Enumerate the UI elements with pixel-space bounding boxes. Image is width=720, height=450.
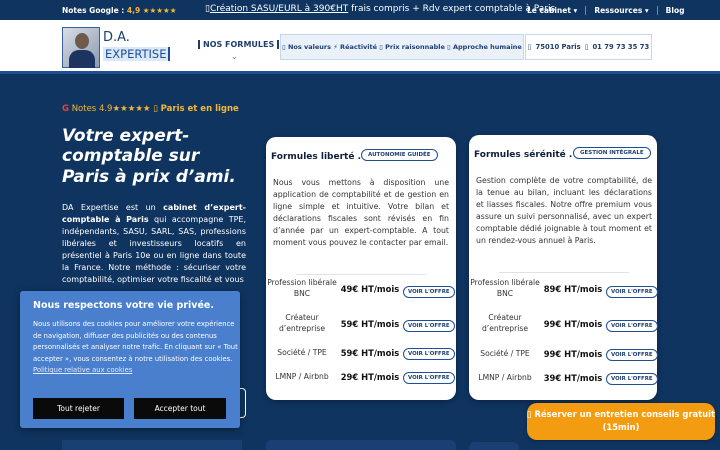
offer-price: 29€ HT/mois bbox=[340, 372, 400, 382]
card-title: Formules sérénité . bbox=[474, 150, 573, 160]
hero-location: Paris et en ligne bbox=[160, 104, 239, 114]
pin-icon: ▯ bbox=[153, 104, 158, 114]
offer-row: Créateur d’entreprise 99€ HT/mois VOIR L… bbox=[469, 313, 658, 337]
offer-label: Profession libérale BNC bbox=[470, 278, 540, 298]
site-logo[interactable]: D.A. EXPERTISE bbox=[62, 27, 171, 68]
card-divider bbox=[296, 274, 426, 275]
google-notes-label: Notes Google : bbox=[62, 6, 125, 15]
hero-rating: G Notes 4.9★★★★★ ▯ Paris et en ligne bbox=[62, 104, 239, 114]
hero-rating-text: Notes 4.9★★★★★ bbox=[71, 104, 151, 114]
heart-icon: ▯ bbox=[282, 43, 286, 51]
card-title: Formules liberté . bbox=[271, 152, 361, 162]
promo-banner: ▯Création SASU/EURL à 390€HT frais compr… bbox=[205, 4, 555, 14]
google-notes: Notes Google : 4,9 ★★★★★ bbox=[62, 6, 176, 15]
logo-photo bbox=[62, 27, 100, 68]
calendar-icon: ▯ bbox=[527, 409, 532, 419]
nav-ressources[interactable]: Ressources ▾ bbox=[586, 6, 658, 15]
voir-offre-button[interactable]: VOIR L'OFFRE bbox=[606, 373, 658, 385]
logo-line-1: D.A. bbox=[103, 30, 130, 45]
nav-le-cabinet[interactable]: Le cabinet ▾ bbox=[527, 6, 587, 15]
promo-link[interactable]: Création SASU/EURL à 390€HT bbox=[210, 4, 348, 14]
cookie-title: Nous respectons votre vie privée. bbox=[33, 300, 214, 311]
formule-serenite-card: Formules sérénité . GESTION INTÉGRALE Ge… bbox=[469, 135, 658, 400]
offer-label: Société / TPE bbox=[277, 348, 327, 357]
contact-bar: ▯ 75010 Paris ▯ 01 79 73 35 73 bbox=[525, 34, 652, 60]
cookie-consent-dialog: Nous respectons votre vie privée. Nous u… bbox=[20, 291, 240, 428]
value-nos-valeurs: ▯ Nos valeurs bbox=[282, 43, 331, 51]
value-approche: ▯ Approche humaine bbox=[447, 43, 522, 51]
accept-all-button[interactable]: Accepter tout bbox=[134, 398, 226, 419]
top-bar: Notes Google : 4,9 ★★★★★ ▯Création SASU/… bbox=[0, 0, 720, 20]
next-section-hint bbox=[469, 442, 519, 450]
euro-icon: ▯ bbox=[379, 43, 383, 51]
formule-liberte-card: Formules liberté . AUTONOMIE GUIDÉE Nous… bbox=[266, 137, 456, 400]
values-bar: ▯ Nos valeurs ⚡ Réactivité ▯ Prix raison… bbox=[280, 34, 524, 60]
offer-price: 99€ HT/mois bbox=[543, 349, 603, 359]
voir-offre-button[interactable]: VOIR L'OFFRE bbox=[606, 286, 658, 298]
offer-price: 59€ HT/mois bbox=[340, 348, 400, 358]
hero-title: Votre expert-comptable sur Paris à prix … bbox=[62, 126, 236, 187]
phone-icon: ▯ bbox=[584, 43, 589, 51]
voir-offre-button[interactable]: VOIR L'OFFRE bbox=[403, 320, 455, 332]
offer-row: LMNP / Airbnb 39€ HT/mois VOIR L'OFFRE bbox=[469, 373, 658, 397]
offer-price: 39€ HT/mois bbox=[543, 373, 603, 383]
cookie-policy-link[interactable]: Politique relative aux cookies bbox=[33, 366, 132, 374]
offer-row: Profession libérale BNC 89€ HT/mois VOIR… bbox=[469, 278, 658, 302]
cookie-text: Nous utilisons des cookies pour améliore… bbox=[33, 320, 238, 375]
offer-row: Profession libérale BNC 49€ HT/mois VOIR… bbox=[266, 278, 456, 302]
google-icon: G bbox=[62, 104, 69, 114]
nos-formules-menu[interactable]: NOS FORMULES bbox=[198, 40, 280, 49]
promo-text: frais compris + Rdv expert comptable à P… bbox=[348, 4, 556, 14]
offer-price: 99€ HT/mois bbox=[543, 319, 603, 329]
card-divider bbox=[499, 272, 629, 273]
offer-label: LMNP / Airbnb bbox=[478, 373, 532, 382]
handshake-icon: ▯ bbox=[447, 43, 451, 51]
book-consultation-button[interactable]: ▯ Réserver un entretien conseils gratuit… bbox=[527, 403, 715, 440]
next-section-hint bbox=[266, 440, 456, 450]
value-prix: ▯ Prix raisonnable bbox=[379, 43, 445, 51]
phone-number[interactable]: 01 79 73 35 73 bbox=[592, 43, 649, 51]
offer-price: 59€ HT/mois bbox=[340, 319, 400, 329]
value-reactivite: ⚡ Réactivité bbox=[333, 43, 378, 51]
offer-label: LMNP / Airbnb bbox=[275, 372, 329, 381]
site-header: D.A. EXPERTISE NOS FORMULES ⌄ ▯ Nos vale… bbox=[0, 20, 720, 74]
voir-offre-button[interactable]: VOIR L'OFFRE bbox=[403, 348, 455, 360]
nav-blog[interactable]: Blog bbox=[658, 6, 693, 15]
offer-row: Créateur d’entreprise 59€ HT/mois VOIR L… bbox=[266, 313, 456, 337]
card-description: Gestion complète de votre comptabilité, … bbox=[476, 176, 652, 246]
cta-label: Réserver un entretien conseils gratuit (… bbox=[534, 409, 715, 432]
offer-label: Créateur d’entreprise bbox=[278, 313, 325, 333]
card-description: Nous vous mettons à disposition une appl… bbox=[273, 178, 449, 248]
card-badge: GESTION INTÉGRALE bbox=[573, 147, 651, 159]
offer-row: LMNP / Airbnb 29€ HT/mois VOIR L'OFFRE bbox=[266, 372, 456, 396]
card-badge: AUTONOMIE GUIDÉE bbox=[361, 149, 438, 161]
location-icon: ▯ bbox=[527, 43, 532, 51]
voir-offre-button[interactable]: VOIR L'OFFRE bbox=[606, 349, 658, 361]
offer-label: Profession libérale BNC bbox=[267, 278, 337, 298]
offer-row: Société / TPE 99€ HT/mois VOIR L'OFFRE bbox=[469, 349, 658, 373]
offer-price: 89€ HT/mois bbox=[543, 284, 603, 294]
address: 75010 Paris bbox=[535, 43, 581, 51]
chevron-down-icon[interactable]: ⌄ bbox=[231, 52, 238, 61]
offer-price: 49€ HT/mois bbox=[340, 284, 400, 294]
google-notes-rating: 4,9 ★★★★★ bbox=[126, 6, 177, 15]
voir-offre-button[interactable]: VOIR L'OFFRE bbox=[403, 372, 455, 384]
voir-offre-button[interactable]: VOIR L'OFFRE bbox=[403, 286, 455, 298]
hero-description: DA Expertise est un cabinet d’expert-com… bbox=[62, 203, 247, 284]
next-section-hint bbox=[62, 440, 242, 450]
reject-all-button[interactable]: Tout rejeter bbox=[33, 398, 124, 419]
logo-line-2: EXPERTISE bbox=[103, 47, 171, 61]
offer-label: Société / TPE bbox=[480, 349, 530, 358]
voir-offre-button[interactable]: VOIR L'OFFRE bbox=[606, 320, 658, 332]
top-nav: Le cabinet ▾ Ressources ▾ Blog bbox=[527, 6, 692, 15]
offer-row: Société / TPE 59€ HT/mois VOIR L'OFFRE bbox=[266, 348, 456, 372]
offer-label: Créateur d’entreprise bbox=[481, 313, 528, 333]
